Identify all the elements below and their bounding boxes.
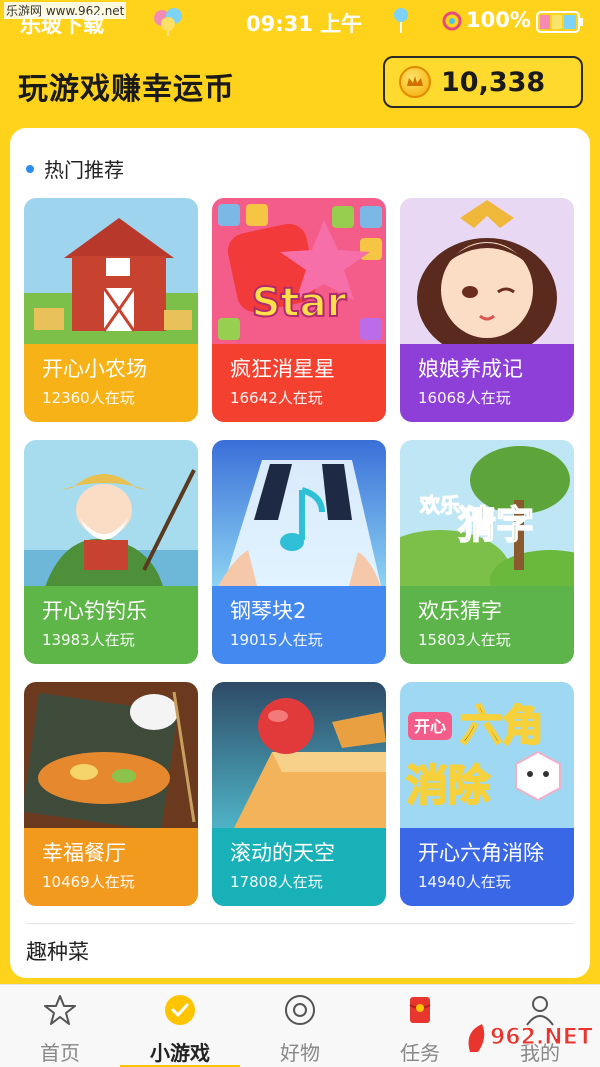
- clock: 09:31 上午: [246, 12, 363, 36]
- nav-item-tasks[interactable]: 任务: [370, 993, 470, 1066]
- game-name: 娘娘养成记: [418, 357, 523, 381]
- game-name: 钢琴块2: [230, 599, 307, 623]
- game-name: 开心小农场: [42, 357, 147, 381]
- hex-art-top: 开心: [414, 717, 446, 736]
- header: 玩游戏赚幸运币 10,338: [0, 42, 600, 128]
- game-name: 滚动的天空: [230, 841, 335, 865]
- game-info: 幸福餐厅 10469人在玩: [24, 828, 198, 906]
- game-info: 钢琴块2 19015人在玩: [212, 586, 386, 664]
- section-title: 热门推荐: [44, 158, 124, 182]
- nav-item-minigames[interactable]: 小游戏: [130, 993, 230, 1066]
- game-info: 开心六角消除 14940人在玩: [400, 828, 574, 906]
- game-info: 滚动的天空 17808人在玩: [212, 828, 386, 906]
- nav-item-home[interactable]: 首页: [10, 993, 110, 1066]
- battery-icon: [536, 11, 583, 33]
- game-name: 开心钓钓乐: [42, 599, 147, 623]
- game-art-restaurant: [24, 682, 198, 832]
- nav-item-goods[interactable]: 好物: [250, 993, 350, 1066]
- game-tile[interactable]: 娘娘养成记 16068人在玩: [400, 198, 574, 422]
- game-tile[interactable]: Star 疯狂消星星 16642人在玩: [212, 198, 386, 422]
- game-tile[interactable]: 欢乐 猜字 欢乐猜字 15803人在玩: [400, 440, 574, 664]
- game-tile[interactable]: 滚动的天空 17808人在玩: [212, 682, 386, 906]
- coin-count: 10,338: [441, 66, 546, 98]
- game-art-star: Star: [212, 198, 386, 348]
- player-count: 13983人在玩: [42, 631, 135, 650]
- game-info: 开心钓钓乐 13983人在玩: [24, 586, 198, 664]
- hex-art-big1: 六角: [460, 701, 544, 750]
- game-art-empress: [400, 198, 574, 348]
- player-count: 16068人在玩: [418, 389, 511, 408]
- game-tile[interactable]: 钢琴块2 19015人在玩: [212, 440, 386, 664]
- coin-icon: [399, 66, 431, 98]
- nav-label: 小游戏: [150, 1041, 210, 1065]
- star-art-text: Star: [252, 280, 347, 326]
- player-count: 12360人在玩: [42, 389, 135, 408]
- game-art-guess: 欢乐 猜字: [400, 440, 574, 590]
- player-count: 10469人在玩: [42, 873, 135, 892]
- guess-art-big: 猜字: [458, 503, 534, 547]
- watermark-logo-text: 962.NET 乐游网: [490, 1024, 600, 1050]
- game-name: 开心六角消除: [418, 841, 544, 865]
- carrier-label: 乐玻下载: [20, 13, 104, 37]
- section-header-hot: 热门推荐: [26, 154, 124, 183]
- game-art-fishing: [24, 440, 198, 590]
- nav-label: 首页: [40, 1041, 80, 1065]
- game-tile[interactable]: 开心 六角 消除 开心六角消除 14940人在玩: [400, 682, 574, 906]
- game-art-piano: [212, 440, 386, 590]
- battery-percent: 100%: [466, 8, 531, 32]
- player-count: 17808人在玩: [230, 873, 323, 892]
- game-name: 疯狂消星星: [230, 357, 335, 381]
- game-name: 幸福餐厅: [42, 841, 126, 865]
- player-count: 19015人在玩: [230, 631, 323, 650]
- status-bar: 乐游网 www.962.net 乐玻下载 09:31 上午 100%: [0, 0, 600, 42]
- balloon-pin-icon: [394, 8, 408, 33]
- target-icon: [285, 995, 315, 1025]
- location-icon: [442, 11, 462, 31]
- game-name: 欢乐猜字: [418, 599, 502, 623]
- red-envelope-icon: [409, 997, 431, 1023]
- coin-balance[interactable]: 10,338: [383, 56, 583, 108]
- check-icon: [165, 995, 195, 1025]
- game-art-hexagon: 开心 六角 消除: [400, 682, 574, 832]
- balloon-icon: [154, 8, 182, 36]
- watermark-logo: 962.NET 乐游网: [468, 1024, 600, 1052]
- hex-art-big2: 消除: [406, 761, 491, 810]
- section-divider: [26, 923, 574, 924]
- game-info: 疯狂消星星 16642人在玩: [212, 344, 386, 422]
- game-tile[interactable]: 开心小农场 12360人在玩: [24, 198, 198, 422]
- guess-art-small: 欢乐: [419, 493, 460, 517]
- nav-label: 任务: [400, 1041, 440, 1065]
- nav-label: 好物: [280, 1041, 320, 1065]
- bullet-dot: [26, 164, 34, 173]
- game-tile[interactable]: 开心钓钓乐 13983人在玩: [24, 440, 198, 664]
- player-count: 14940人在玩: [418, 873, 511, 892]
- game-art-farm: [24, 198, 198, 348]
- page-title: 玩游戏赚幸运币: [18, 72, 235, 107]
- section-title-fun: 趣种菜: [26, 940, 89, 964]
- game-info: 开心小农场 12360人在玩: [24, 344, 198, 422]
- game-info: 娘娘养成记 16068人在玩: [400, 344, 574, 422]
- game-info: 欢乐猜字 15803人在玩: [400, 586, 574, 664]
- player-count: 15803人在玩: [418, 631, 511, 650]
- star-icon: [44, 995, 76, 1025]
- player-count: 16642人在玩: [230, 389, 323, 408]
- games-card: 热门推荐 开心小农场 12360人在玩 Star 疯狂消星星 16642人在玩 …: [10, 128, 590, 978]
- game-tile[interactable]: 幸福餐厅 10469人在玩: [24, 682, 198, 906]
- game-art-rolling: [212, 682, 386, 832]
